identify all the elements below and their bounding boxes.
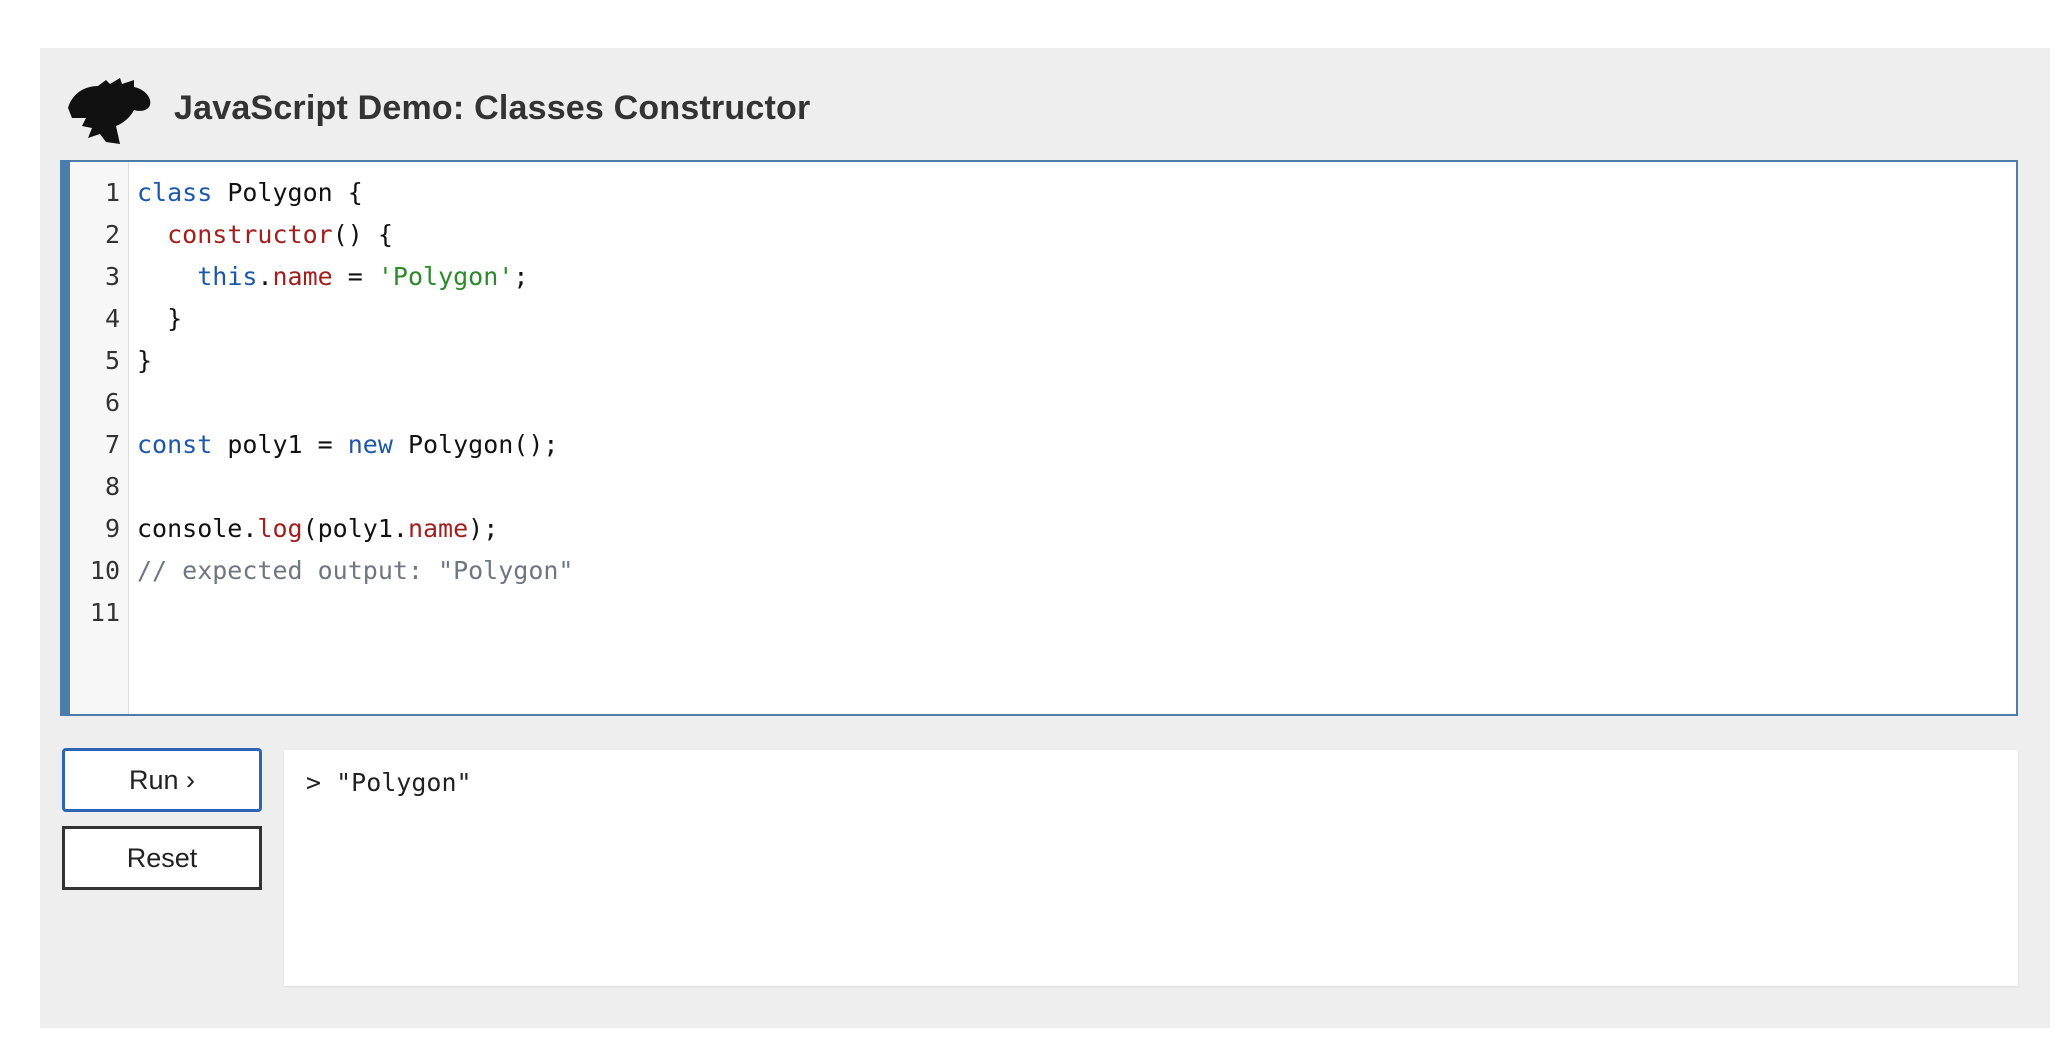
line-number-gutter: 1 2 3 4 5 6 7 8 9 10 11 — [70, 162, 129, 714]
code-line: class Polygon { — [137, 172, 574, 214]
code-content[interactable]: class Polygon { constructor() { this.nam… — [137, 172, 574, 634]
code-line: } — [137, 340, 574, 382]
line-number: 5 — [104, 346, 120, 375]
code-token: = — [332, 262, 378, 291]
code-token: name — [272, 262, 333, 291]
code-token: log — [257, 514, 303, 543]
code-token: } — [137, 346, 153, 375]
code-token: name — [407, 514, 469, 543]
line-number: 6 — [104, 388, 120, 417]
code-token: class — [137, 178, 213, 207]
console-output: > "Polygon" — [284, 750, 2018, 986]
page-title: JavaScript Demo: Classes Constructor — [174, 88, 811, 127]
line-number: 1 — [104, 178, 120, 207]
code-token: Polygon(); — [392, 430, 559, 459]
console-output-line: > "Polygon" — [306, 768, 472, 797]
run-button[interactable]: Run › — [62, 748, 262, 812]
code-token: this — [197, 262, 258, 291]
line-number: 10 — [89, 556, 120, 585]
code-token: console. — [137, 514, 258, 543]
reset-button[interactable]: Reset — [62, 826, 262, 890]
code-token: . — [257, 262, 273, 291]
line-number: 11 — [89, 598, 120, 627]
line-number: 8 — [104, 472, 120, 501]
code-token: constructor — [167, 220, 333, 249]
code-line: } — [137, 298, 574, 340]
code-token: poly1 = — [212, 430, 348, 459]
code-line: constructor() { — [137, 214, 574, 256]
line-numbers: 1 2 3 4 5 6 7 8 9 10 11 — [70, 172, 120, 634]
code-token: } — [137, 304, 183, 333]
code-token: () { — [332, 220, 393, 249]
code-token: (poly1. — [302, 514, 408, 543]
code-token: Polygon { — [212, 178, 363, 207]
code-token: 'Polygon' — [377, 262, 514, 291]
code-token: // expected output: "Polygon" — [137, 556, 574, 585]
line-number: 7 — [104, 430, 120, 459]
code-line: // expected output: "Polygon" — [137, 550, 574, 592]
dinosaur-head-icon — [68, 78, 151, 144]
code-token: new — [347, 430, 393, 459]
code-editor[interactable]: 1 2 3 4 5 6 7 8 9 10 11 class Polygon { constructo… — [60, 160, 2018, 716]
line-number: 3 — [104, 262, 120, 291]
code-line: const poly1 = new Polygon(); — [137, 424, 574, 466]
line-number: 2 — [104, 220, 120, 249]
code-line: this.name = 'Polygon'; — [137, 256, 574, 298]
line-number: 4 — [104, 304, 120, 333]
code-token: ); — [468, 514, 499, 543]
code-line: console.log(poly1.name); — [137, 508, 574, 550]
code-token: const — [137, 430, 213, 459]
example-header: JavaScript Demo: Classes Constructor — [62, 68, 810, 148]
code-token: ; — [513, 262, 529, 291]
line-number: 9 — [104, 514, 120, 543]
interactive-example-panel: JavaScript Demo: Classes Constructor 1 2 3… — [40, 48, 2050, 1028]
